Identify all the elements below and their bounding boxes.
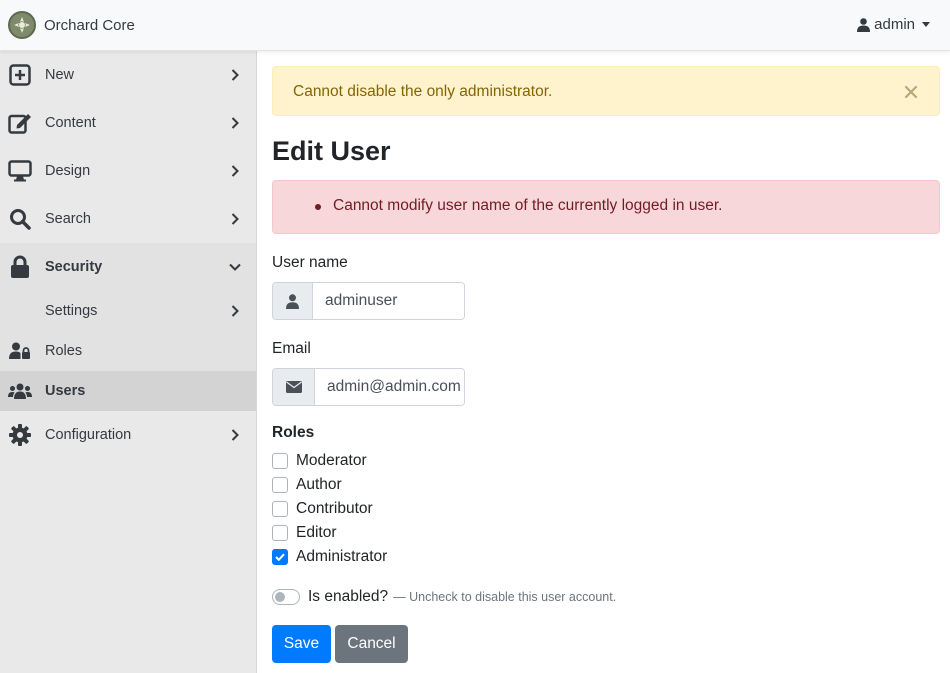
role-label: Administrator [296,548,388,565]
sidebar-item-users[interactable]: Users [0,371,256,411]
user-menu-label: admin [874,16,915,33]
role-label: Editor [296,524,337,541]
role-label: Contributor [296,500,373,517]
role-checkbox[interactable] [272,525,288,541]
chevron-right-icon [229,429,241,441]
chevron-right-icon [229,213,241,225]
check-icon [275,553,285,561]
sidebar-item-search[interactable]: Search [0,195,256,243]
sidebar-item-label: New [45,67,75,83]
sidebar-item-content[interactable]: Content [0,99,256,147]
sidebar: New Content Design Search Security Setti… [0,51,257,673]
role-editor[interactable]: Editor [272,523,337,543]
sidebar-item-label: Design [45,163,91,179]
top-navbar: Orchard Core admin [0,0,950,51]
username-input[interactable] [313,283,464,319]
username-label: User name [272,254,348,271]
sidebar-item-label: Search [45,211,91,227]
role-checkbox[interactable] [272,501,288,517]
sidebar-item-security[interactable]: Security [0,243,256,291]
edit-icon [7,111,32,136]
cog-icon [7,423,32,448]
user-icon [857,17,871,32]
role-administrator[interactable]: Administrator [272,547,387,567]
toggle-knob [275,592,285,602]
search-icon [7,207,32,232]
envelope-icon [273,369,315,405]
sidebar-item-roles[interactable]: Roles [0,331,256,371]
username-input-group [272,282,465,320]
brand[interactable]: Orchard Core [8,11,135,39]
user-icon [273,283,313,319]
error-alert: Cannot modify user name of the currently… [272,180,940,234]
users-icon [7,379,32,404]
role-checkbox[interactable] [272,549,288,565]
bullet-icon [315,204,321,210]
sidebar-item-settings[interactable]: Settings [0,291,256,331]
orchard-logo-icon [8,11,36,39]
sidebar-item-label: Users [45,383,86,399]
chevron-right-icon [229,69,241,81]
sidebar-item-label: Security [45,259,103,275]
role-contributor[interactable]: Contributor [272,499,373,519]
caret-down-icon [922,22,930,27]
role-label: Author [296,476,342,493]
enabled-toggle-row: Is enabled? — Uncheck to disable this us… [272,588,616,606]
plus-square-icon [7,63,32,88]
user-lock-icon [7,339,32,364]
sidebar-item-configuration[interactable]: Configuration [0,411,256,459]
enabled-label[interactable]: Is enabled? [308,588,388,606]
save-button[interactable]: Save [272,625,331,663]
warning-message: Cannot disable the only administrator. [293,83,553,100]
chevron-right-icon [229,165,241,177]
lock-icon [7,255,32,280]
desktop-icon [7,159,32,184]
enabled-hint: — Uncheck to disable this user account. [393,590,617,604]
role-checkbox[interactable] [272,453,288,469]
email-input[interactable] [315,369,464,405]
close-icon[interactable] [903,84,919,100]
role-moderator[interactable]: Moderator [272,451,367,471]
roles-label: Roles [272,424,315,441]
user-menu[interactable]: admin [857,16,930,33]
sidebar-item-design[interactable]: Design [0,147,256,195]
sidebar-item-new[interactable]: New [0,51,256,99]
warning-alert: Cannot disable the only administrator. [272,66,940,116]
app-title: Orchard Core [44,16,135,34]
sidebar-item-label: Content [45,115,96,131]
chevron-down-icon [229,261,241,273]
chevron-right-icon [229,117,241,129]
email-label: Email [272,340,311,357]
enabled-toggle[interactable] [272,589,300,605]
role-checkbox[interactable] [272,477,288,493]
role-label: Moderator [296,452,367,469]
sidebar-item-label: Roles [45,343,83,359]
error-message: Cannot modify user name of the currently… [333,197,723,214]
chevron-right-icon [229,305,241,317]
email-input-group [272,368,465,406]
page-title: Edit User [272,136,391,166]
sidebar-item-label: Settings [45,303,98,319]
role-author[interactable]: Author [272,475,342,495]
cancel-button[interactable]: Cancel [335,625,408,663]
sidebar-item-label: Configuration [45,427,132,443]
